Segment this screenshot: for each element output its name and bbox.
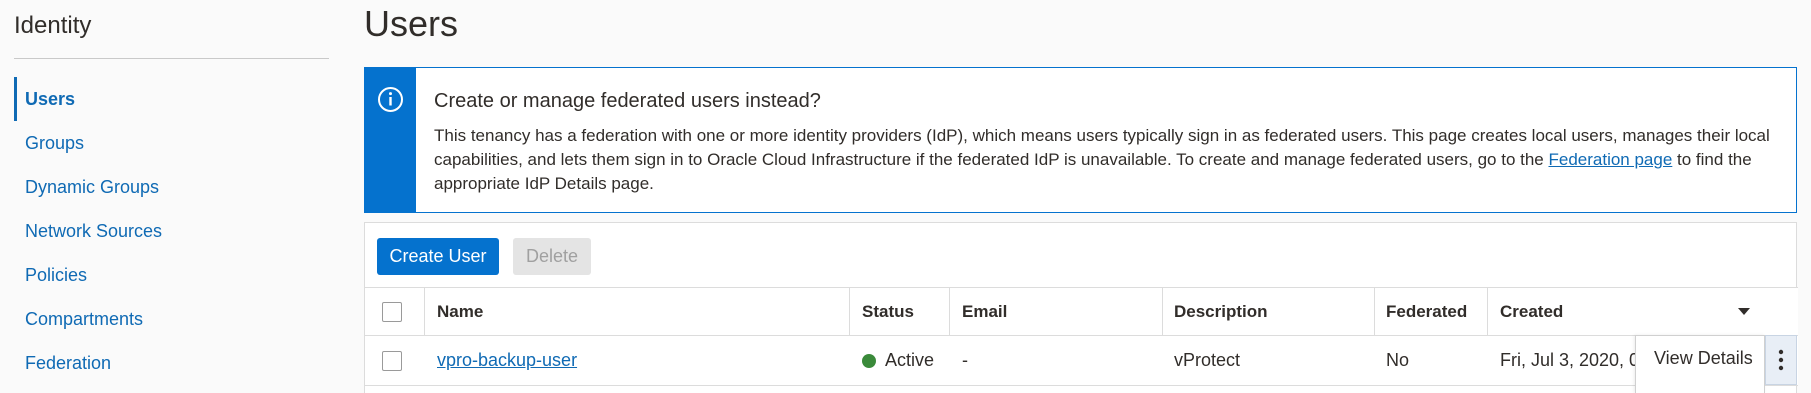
user-status-cell: Active bbox=[862, 336, 952, 385]
page-title: Users bbox=[364, 3, 459, 44]
kebab-dots-icon bbox=[1778, 349, 1784, 371]
column-header-name[interactable]: Name bbox=[437, 288, 837, 335]
create-user-button[interactable]: Create User bbox=[377, 238, 499, 275]
column-header-status[interactable]: Status bbox=[862, 288, 952, 335]
sidebar-item-network-sources[interactable]: Network Sources bbox=[14, 209, 329, 253]
column-divider bbox=[424, 288, 425, 335]
column-divider bbox=[1487, 288, 1488, 335]
column-header-created[interactable]: Created bbox=[1500, 288, 1700, 335]
sidebar-divider bbox=[14, 58, 329, 59]
column-divider bbox=[949, 288, 950, 335]
info-banner-heading: Create or manage federated users instead… bbox=[434, 90, 821, 112]
row-checkbox[interactable] bbox=[382, 350, 402, 371]
user-email-cell: - bbox=[962, 350, 968, 370]
menu-item-view-details[interactable]: View Details bbox=[1654, 348, 1753, 369]
column-divider bbox=[1374, 288, 1375, 335]
sidebar-item-dynamic-groups[interactable]: Dynamic Groups bbox=[14, 165, 329, 209]
user-name-link[interactable]: vpro-backup-user bbox=[437, 350, 577, 371]
info-banner-stripe bbox=[365, 68, 416, 212]
row-action-menu: View Details bbox=[1635, 335, 1765, 393]
info-banner-text: This tenancy has a federation with one o… bbox=[434, 124, 1779, 196]
sidebar-item-groups[interactable]: Groups bbox=[14, 121, 329, 165]
user-name-cell: vpro-backup-user bbox=[437, 336, 837, 385]
select-all-cell bbox=[382, 288, 412, 335]
column-header-description[interactable]: Description bbox=[1174, 288, 1374, 335]
user-created-cell: Fri, Jul 3, 2020, 0 bbox=[1500, 350, 1640, 370]
user-status-text: Active bbox=[885, 350, 935, 370]
info-banner: Create or manage federated users instead… bbox=[364, 67, 1797, 213]
column-header-email[interactable]: Email bbox=[962, 288, 1162, 335]
column-header-federated[interactable]: Federated bbox=[1386, 288, 1486, 335]
row-select-cell bbox=[382, 336, 412, 385]
table-row: vpro-backup-user Active - vProtect No Fr… bbox=[365, 336, 1798, 386]
sidebar: Identity Users Groups Dynamic Groups Net… bbox=[0, 0, 340, 393]
delete-button[interactable]: Delete bbox=[513, 238, 591, 275]
sidebar-item-policies[interactable]: Policies bbox=[14, 253, 329, 297]
column-divider bbox=[849, 288, 850, 335]
select-all-checkbox[interactable] bbox=[382, 301, 402, 322]
sidebar-item-federation[interactable]: Federation bbox=[14, 341, 329, 385]
info-icon bbox=[378, 87, 403, 112]
federation-page-link[interactable]: Federation page bbox=[1548, 150, 1672, 169]
user-federated-cell: No bbox=[1386, 350, 1410, 370]
sidebar-item-compartments[interactable]: Compartments bbox=[14, 297, 329, 341]
column-divider bbox=[1162, 288, 1163, 335]
row-actions-kebab-icon[interactable] bbox=[1765, 335, 1797, 385]
sidebar-title: Identity bbox=[14, 12, 92, 39]
users-table-panel: Create User Delete Name Status Email Des… bbox=[364, 222, 1798, 393]
status-active-icon bbox=[862, 353, 876, 368]
sidebar-item-users[interactable]: Users bbox=[14, 77, 329, 121]
sort-caret-icon[interactable] bbox=[1738, 308, 1750, 315]
table-header: Name Status Email Description Federated … bbox=[365, 287, 1798, 336]
sidebar-nav: Users Groups Dynamic Groups Network Sour… bbox=[14, 77, 329, 385]
user-description-cell: vProtect bbox=[1174, 350, 1241, 370]
